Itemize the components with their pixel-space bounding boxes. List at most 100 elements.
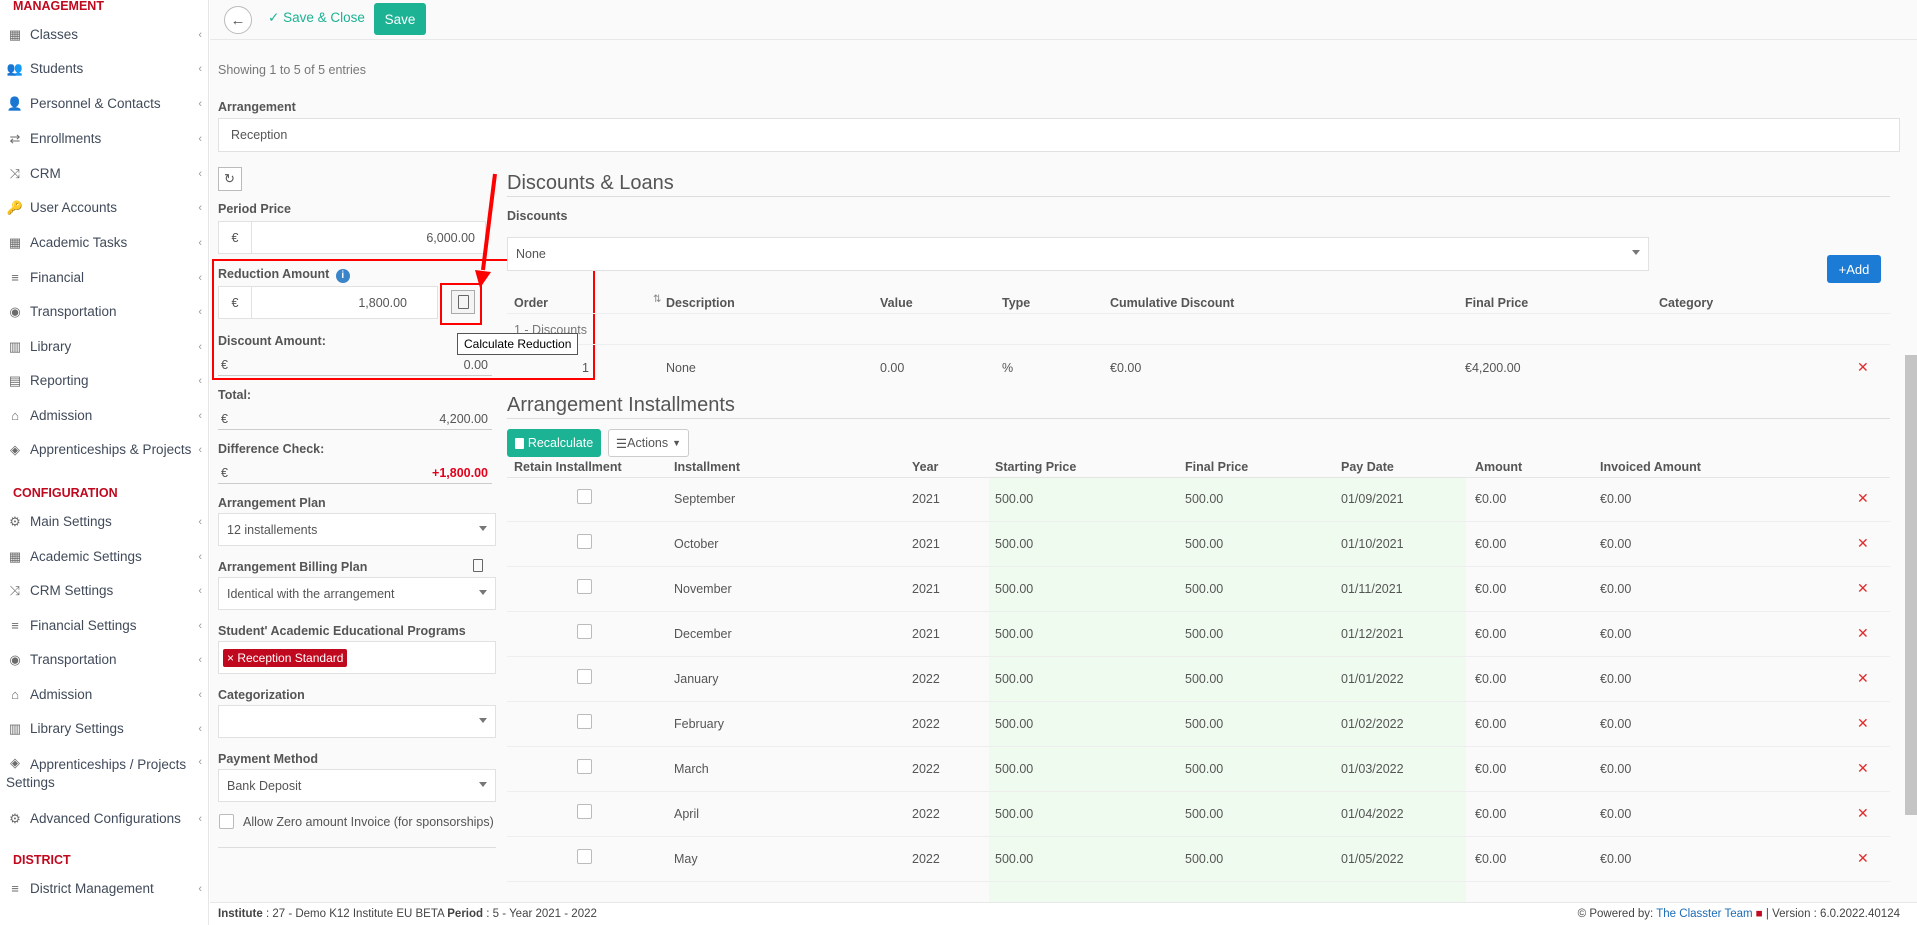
delete-icon[interactable]: ✕ (1857, 670, 1869, 687)
col-final-price: Final Price (1185, 460, 1249, 474)
programs-input[interactable]: × Reception Standard (218, 641, 496, 674)
categorization-select[interactable] (218, 705, 496, 738)
sidebar-item-apprenticeships[interactable]: ◈ Apprenticeships & Projects ‹ (6, 442, 204, 458)
installment-row: December 2021 500.00 500.00 01/12/2021 €0.00 €… (507, 612, 1890, 657)
installment-row: April 2022 500.00 500.00 01/04/2022 €0.00 €0.0… (507, 792, 1890, 837)
delete-icon[interactable]: ✕ (1857, 359, 1869, 376)
program-tag[interactable]: × Reception Standard (223, 649, 348, 667)
sidebar-item-admission[interactable]: ⌂ Admission ‹ (6, 408, 204, 423)
sidebar-item-label: Admission (30, 687, 93, 702)
delete-icon[interactable]: ✕ (1857, 580, 1869, 597)
delete-icon[interactable]: ✕ (1857, 625, 1869, 642)
payment-method-label: Payment Method (218, 752, 319, 766)
retain-checkbox[interactable] (577, 759, 592, 774)
retain-checkbox[interactable] (577, 579, 592, 594)
billing-plan-select[interactable]: Identical with the arrangement (218, 577, 496, 610)
retain-checkbox[interactable] (577, 624, 592, 639)
arrow-left-icon: ← (230, 11, 246, 29)
delete-icon[interactable]: ✕ (1857, 535, 1869, 552)
installment-year: 2022 (912, 672, 940, 686)
scrollbar[interactable] (1905, 355, 1917, 815)
retain-checkbox[interactable] (577, 669, 592, 684)
discounts-label: Discounts (507, 209, 568, 223)
sidebar-item-main-settings[interactable]: ⚙ Main Settings ‹ (6, 514, 204, 530)
chevron-left-icon: ‹ (198, 167, 202, 180)
programs-label: Student' Academic Educational Programs (218, 624, 466, 638)
discount-cumulative: €0.00 (1110, 361, 1142, 375)
installment-year: 2021 (912, 627, 940, 641)
highlight-button-box (440, 283, 482, 325)
discount-order: 1 (582, 361, 589, 375)
save-close-button[interactable]: ✓ Save & Close (268, 10, 365, 26)
retain-checkbox[interactable] (577, 804, 592, 819)
sidebar-item-personnel[interactable]: 👤 Personnel & Contacts ‹ (6, 95, 204, 112)
delete-icon[interactable]: ✕ (1857, 715, 1869, 732)
actions-dropdown[interactable]: ☰ Actions ▼ (608, 429, 689, 457)
col-retain: Retain Installment (514, 460, 622, 474)
sidebar-item-admission[interactable]: ⌂ Admission ‹ (6, 687, 204, 702)
sidebar-item-district[interactable]: ≡ District Management ‹ (6, 881, 204, 896)
delete-icon[interactable]: ✕ (1857, 805, 1869, 822)
sidebar-item-transportation[interactable]: ◉ Transportation ‹ (6, 652, 204, 668)
refresh-button[interactable]: ↻ (218, 167, 242, 191)
crm-icon: ⤨ (9, 165, 21, 181)
chevron-left-icon: ‹ (198, 340, 202, 353)
sidebar-item-library[interactable]: ▥ Library ‹ (6, 339, 204, 355)
sidebar-item-reporting[interactable]: ▤ Reporting ‹ (6, 373, 204, 389)
add-discount-button[interactable]: + Add (1827, 255, 1881, 283)
retain-checkbox[interactable] (577, 714, 592, 729)
sidebar-item-academic-settings[interactable]: ▦ Academic Settings ‹ (6, 549, 204, 565)
sidebar-item-label: Advanced Configurations (30, 811, 181, 826)
chevron-left-icon: ‹ (198, 409, 202, 422)
sidebar-item-academic-tasks[interactable]: ▦ Academic Tasks ‹ (6, 235, 204, 251)
classter-team-link[interactable]: The Classter Team (1656, 908, 1752, 920)
calculator-icon[interactable] (473, 559, 483, 572)
sidebar-item-students[interactable]: 👥 Students ‹ (6, 61, 204, 77)
sidebar-item-label: Library (30, 339, 72, 354)
installment-date: 01/04/2022 (1341, 807, 1404, 821)
sidebar-item-classes[interactable]: ▦ Classes ‹ (6, 27, 204, 43)
recalculate-button[interactable]: Recalculate (507, 429, 601, 457)
sidebar-item-transportation[interactable]: ◉ Transportation ‹ (6, 304, 204, 320)
sidebar-item-apprenticeships-settings[interactable]: ◈ Apprenticeships / Projects ‹ Settings (6, 755, 204, 790)
crm-settings-icon: ⤨ (9, 582, 21, 598)
installment-date: 01/05/2022 (1341, 852, 1404, 866)
retain-checkbox[interactable] (577, 534, 592, 549)
sidebar-item-library-settings[interactable]: ▥ Library Settings ‹ (6, 720, 204, 737)
arrangement-plan-label: Arrangement Plan (218, 496, 326, 510)
sidebar-item-crm-settings[interactable]: ⤨ CRM Settings ‹ (6, 582, 204, 599)
remove-tag-icon[interactable]: × (227, 651, 237, 665)
sort-icon[interactable]: ⇅ (653, 294, 661, 305)
classter-logo-icon: ■ (1755, 908, 1763, 920)
arrangement-plan-select[interactable]: 12 installements (218, 513, 496, 546)
delete-icon[interactable]: ✕ (1857, 760, 1869, 777)
retain-checkbox[interactable] (577, 849, 592, 864)
installment-invoiced: €0.00 (1600, 672, 1632, 686)
sidebar-item-advanced-config[interactable]: ⚙ Advanced Configurations ‹ (6, 811, 204, 827)
period-price-input[interactable]: €6,000.00 (218, 221, 486, 254)
save-button[interactable]: Save (374, 3, 426, 35)
back-button[interactable]: ← (224, 6, 252, 34)
library-settings-icon: ▥ (8, 720, 22, 736)
retain-checkbox[interactable] (577, 489, 592, 504)
delete-icon[interactable]: ✕ (1857, 490, 1869, 507)
personnel-icon: 👤 (6, 95, 24, 111)
delete-icon[interactable]: ✕ (1857, 850, 1869, 867)
installment-invoiced: €0.00 (1600, 852, 1632, 866)
allow-zero-checkbox[interactable] (219, 814, 234, 829)
sidebar-item-label: Main Settings (30, 514, 112, 529)
arrangement-input[interactable]: Reception (218, 118, 1900, 152)
sidebar-item-financial[interactable]: ≡ Financial ‹ (6, 270, 204, 285)
sidebar-item-crm[interactable]: ⤨ CRM ‹ (6, 165, 204, 182)
installment-start: 500.00 (995, 537, 1034, 551)
sidebar-item-enrollments[interactable]: ⇄ Enrollments ‹ (6, 131, 204, 147)
section-configuration: CONFIGURATION (13, 486, 118, 500)
calculator-icon (514, 437, 524, 449)
sidebar-item-user-accounts[interactable]: 🔑 User Accounts ‹ (6, 200, 204, 216)
chevron-down-icon (1632, 250, 1640, 255)
col-value: Value (880, 296, 913, 310)
sidebar-item-financial-settings[interactable]: ≡ Financial Settings ‹ (6, 618, 204, 633)
sidebar-item-label: CRM Settings (30, 583, 114, 598)
discounts-select[interactable]: None (507, 237, 1649, 271)
payment-method-select[interactable]: Bank Deposit (218, 769, 496, 802)
